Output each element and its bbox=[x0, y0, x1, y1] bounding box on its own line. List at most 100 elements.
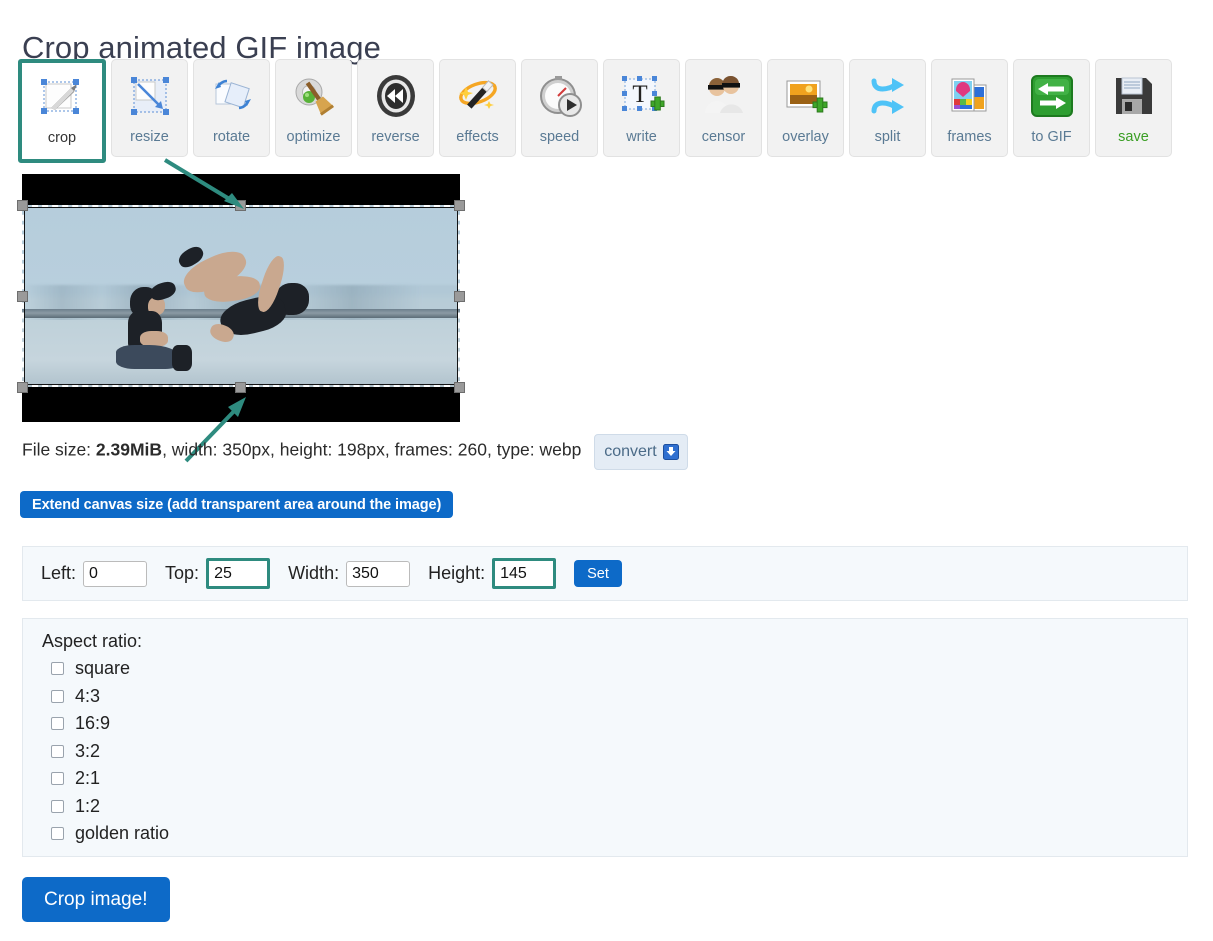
rotate-pages-icon bbox=[204, 68, 260, 124]
photo-plus-icon bbox=[778, 68, 834, 124]
crop-coordinates-row: Left: Top: Width: Height: Set bbox=[23, 547, 1187, 600]
aspect-ratio-list: square 4:3 16:9 3:2 2:1 1:2 golden ratio bbox=[23, 652, 1187, 848]
tool-toolbar: crop resize rotate optimize reverse effe… bbox=[18, 59, 1200, 163]
aspect-ratio-title: Aspect ratio: bbox=[42, 631, 143, 651]
aspect-ratio-option-square[interactable]: square bbox=[42, 655, 1187, 683]
tool-label: write bbox=[626, 129, 657, 145]
image-preview[interactable] bbox=[17, 174, 465, 422]
left-label: Left: bbox=[41, 563, 77, 583]
width-input[interactable] bbox=[346, 560, 411, 587]
crop-handle-bottom-right[interactable] bbox=[454, 382, 465, 393]
tool-split[interactable]: split bbox=[849, 59, 926, 157]
height-label: Height: bbox=[428, 563, 486, 583]
preview-frame bbox=[22, 205, 460, 387]
file-size-label: File size: bbox=[22, 439, 92, 460]
crop-handle-top-center[interactable] bbox=[235, 200, 246, 211]
left-input[interactable] bbox=[83, 560, 148, 587]
tool-write[interactable]: T write bbox=[603, 59, 680, 157]
tool-label: speed bbox=[539, 129, 580, 145]
crop-brush-icon bbox=[34, 69, 90, 125]
figure-kneeling-legs bbox=[116, 345, 178, 369]
checkbox-icon[interactable] bbox=[51, 827, 64, 841]
crop-handle-middle-left[interactable] bbox=[17, 291, 28, 302]
checkbox-icon[interactable] bbox=[51, 689, 64, 703]
option-label: 16:9 bbox=[75, 713, 111, 734]
width-label: Width: bbox=[288, 563, 340, 583]
tool-label: effects bbox=[456, 129, 499, 145]
aspect-ratio-option-16-9[interactable]: 16:9 bbox=[42, 710, 1187, 738]
split-arrows-icon bbox=[860, 68, 916, 124]
option-label: 4:3 bbox=[75, 685, 101, 706]
crop-tool-page: Crop animated GIF image crop resize rota… bbox=[0, 0, 1213, 941]
frames-stack-icon bbox=[942, 68, 998, 124]
tool-reverse[interactable]: reverse bbox=[357, 59, 434, 157]
crop-handle-top-left[interactable] bbox=[17, 200, 28, 211]
tool-label: split bbox=[874, 129, 901, 145]
checkbox-icon[interactable] bbox=[51, 744, 64, 758]
option-label: 1:2 bbox=[75, 795, 101, 816]
convert-label: convert bbox=[604, 443, 657, 460]
aspect-ratio-option-1-2[interactable]: 1:2 bbox=[42, 793, 1187, 821]
option-label: 3:2 bbox=[75, 740, 101, 761]
file-info-rest: , width: 350px, height: 198px, frames: 2… bbox=[162, 439, 582, 460]
tool-label: crop bbox=[47, 130, 77, 146]
tool-rotate[interactable]: rotate bbox=[193, 59, 270, 157]
tool-label: resize bbox=[130, 129, 169, 145]
aspect-ratio-option-3-2[interactable]: 3:2 bbox=[42, 738, 1187, 766]
tool-label: to GIF bbox=[1031, 129, 1072, 145]
top-input[interactable] bbox=[206, 558, 271, 589]
tool-label: overlay bbox=[782, 129, 829, 145]
option-label: square bbox=[75, 658, 131, 679]
extend-canvas-button[interactable]: Extend canvas size (add transparent area… bbox=[20, 491, 454, 518]
tool-frames[interactable]: frames bbox=[931, 59, 1008, 157]
resize-arrow-icon bbox=[122, 68, 178, 124]
text-plus-icon: T bbox=[614, 68, 670, 124]
magic-wand-icon bbox=[450, 68, 506, 124]
checkbox-icon[interactable] bbox=[51, 662, 64, 676]
download-icon bbox=[662, 444, 679, 460]
crop-handle-bottom-center[interactable] bbox=[235, 382, 246, 393]
crop-handle-bottom-left[interactable] bbox=[17, 382, 28, 393]
tool-to-gif[interactable]: to GIF bbox=[1013, 59, 1090, 157]
svg-text:T: T bbox=[632, 81, 647, 108]
tool-overlay[interactable]: overlay bbox=[767, 59, 844, 157]
set-button[interactable]: Set bbox=[574, 560, 622, 587]
crop-coordinates-panel: Left: Top: Width: Height: Set bbox=[22, 546, 1188, 601]
tool-censor[interactable]: censor bbox=[685, 59, 762, 157]
tool-label: censor bbox=[701, 129, 746, 145]
floppy-disk-icon bbox=[1106, 68, 1162, 124]
option-label: 2:1 bbox=[75, 768, 101, 789]
aspect-ratio-option-4-3[interactable]: 4:3 bbox=[42, 683, 1187, 711]
aspect-ratio-option-2-1[interactable]: 2:1 bbox=[42, 765, 1187, 793]
file-size-value: 2.39MiB bbox=[95, 439, 163, 460]
tool-label: reverse bbox=[371, 129, 420, 145]
tool-label: frames bbox=[947, 129, 992, 145]
checkbox-icon[interactable] bbox=[51, 799, 64, 813]
checkbox-icon[interactable] bbox=[51, 772, 64, 786]
convert-button[interactable]: convert bbox=[594, 434, 688, 470]
tool-label: save bbox=[1118, 129, 1149, 145]
stopwatch-play-icon bbox=[532, 68, 588, 124]
tool-label: optimize bbox=[286, 129, 341, 145]
option-label: golden ratio bbox=[75, 823, 170, 844]
tool-speed[interactable]: speed bbox=[521, 59, 598, 157]
top-label: Top: bbox=[165, 563, 200, 583]
people-blindfold-icon bbox=[696, 68, 752, 124]
tool-resize[interactable]: resize bbox=[111, 59, 188, 157]
tool-save[interactable]: save bbox=[1095, 59, 1172, 157]
tool-optimize[interactable]: optimize bbox=[275, 59, 352, 157]
file-info: File size: 2.39MiB, width: 350px, height… bbox=[22, 433, 688, 470]
crop-handle-top-right[interactable] bbox=[454, 200, 465, 211]
height-input[interactable] bbox=[492, 558, 557, 589]
crop-handle-middle-right[interactable] bbox=[454, 291, 465, 302]
aspect-ratio-option-golden-ratio[interactable]: golden ratio bbox=[42, 820, 1187, 848]
gear-broom-icon bbox=[286, 68, 342, 124]
checkbox-icon[interactable] bbox=[51, 717, 64, 731]
aspect-ratio-panel: Aspect ratio: square 4:3 16:9 3:2 2:1 1:… bbox=[22, 618, 1188, 857]
tool-crop[interactable]: crop bbox=[18, 59, 106, 163]
convert-arrows-icon bbox=[1024, 68, 1080, 124]
tool-label: rotate bbox=[212, 129, 251, 145]
rewind-icon bbox=[368, 68, 424, 124]
tool-effects[interactable]: effects bbox=[439, 59, 516, 157]
crop-image-button[interactable]: Crop image! bbox=[22, 877, 170, 922]
